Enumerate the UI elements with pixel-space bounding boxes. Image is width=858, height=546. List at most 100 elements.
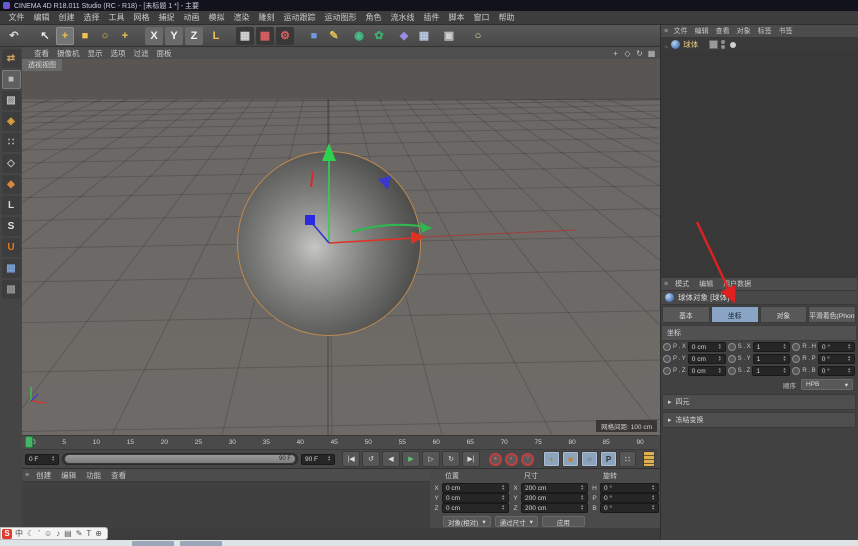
viewport-menu-item[interactable]: 查看 (30, 48, 53, 59)
rotation-field[interactable]: 0 °▲▼ (600, 483, 659, 493)
timeline-playhead[interactable] (25, 436, 33, 448)
record-keyframe-button[interactable]: ● (489, 453, 502, 466)
play-forwards-button[interactable]: ▶ (402, 451, 420, 467)
rotation-field[interactable]: 0 °▲▼ (600, 503, 659, 513)
collapsed-section[interactable]: ▸ 冻结变换 (662, 412, 856, 428)
menu-item[interactable]: 窗口 (469, 12, 494, 23)
key-circle-icon[interactable] (663, 355, 671, 363)
snap-settings-button[interactable]: S (2, 217, 21, 236)
workplane-snap-button[interactable]: ▦ (2, 259, 21, 278)
move-gizmo[interactable] (22, 59, 660, 435)
menu-item[interactable]: 创建 (54, 12, 79, 23)
key-circle-icon[interactable] (792, 355, 800, 363)
position-field[interactable]: 0 cm▲▼ (442, 503, 509, 513)
scale-value-field[interactable]: 1▲▼ (753, 354, 791, 364)
menu-item[interactable]: 脚本 (444, 12, 469, 23)
order-dropdown[interactable]: HPB▾ (801, 379, 853, 390)
coord-mode-dropdown[interactable]: 对象(相对)▾ (443, 516, 491, 527)
viewport-menu-item[interactable]: 显示 (84, 48, 107, 59)
rotation-value-field[interactable]: 0 °▲▼ (818, 342, 855, 352)
key-circle-icon[interactable] (728, 343, 736, 351)
ime-handwriting-icon[interactable]: ✎ (76, 530, 83, 538)
panel-menu-icon[interactable]: ≡ (25, 472, 29, 479)
magnet-snap-button[interactable]: U (2, 238, 21, 257)
rotate-view-icon[interactable]: ↻ (635, 49, 644, 58)
object-manager-menu-item[interactable]: 查看 (712, 26, 733, 36)
timeline-range-bar[interactable]: 90 F (65, 455, 295, 463)
attribute-tab[interactable]: 坐标 (711, 306, 759, 323)
attribute-tab[interactable]: 平滑着色(Phong) (808, 306, 856, 323)
material-menu-item[interactable]: 功能 (81, 470, 106, 481)
scale-tool[interactable]: ■ (76, 27, 94, 45)
attribute-menu-item[interactable]: 用户数据 (718, 279, 756, 289)
generators-button[interactable]: ✿ (370, 27, 388, 45)
timeline-ruler[interactable]: 051015202530354045505560657075808590 (22, 435, 658, 449)
light-button[interactable]: ○ (469, 27, 487, 45)
timeline-range-slider[interactable]: 90 F (62, 453, 298, 465)
coordinate-system-toggle[interactable]: L (207, 27, 225, 45)
ime-voice-icon[interactable]: ♪ (56, 530, 60, 538)
polygons-mode-button[interactable]: ◆ (2, 175, 21, 194)
menu-item[interactable]: 编辑 (29, 12, 54, 23)
render-region-button[interactable]: ▦ (256, 27, 274, 45)
phong-tag-icon[interactable] (730, 42, 736, 48)
rotation-value-field[interactable]: 0 °▲▼ (818, 366, 855, 376)
object-row-sphere[interactable]: ⌞ 球体 (661, 38, 858, 51)
edges-mode-button[interactable]: ◇ (2, 154, 21, 173)
record-pla-toggle[interactable]: ∷ (619, 451, 636, 467)
record-parameter-toggle[interactable]: P (600, 451, 617, 467)
stepper-icon[interactable]: ▲▼ (51, 456, 55, 463)
stepper-icon[interactable]: ▲▼ (327, 456, 331, 463)
material-menu-item[interactable]: 查看 (106, 470, 131, 481)
menu-item[interactable]: 工具 (104, 12, 129, 23)
keyframe-selection-button[interactable]: ? (521, 453, 534, 466)
axis-mode-button[interactable]: L (2, 196, 21, 215)
end-frame-field[interactable]: 90 F ▲▼ (301, 454, 335, 465)
menu-item[interactable]: 捕捉 (154, 12, 179, 23)
key-circle-icon[interactable] (663, 343, 671, 351)
move-tool[interactable]: + (56, 27, 74, 45)
size-field[interactable]: 200 cm▲▼ (521, 503, 588, 513)
model-mode-button[interactable]: ■ (2, 70, 21, 89)
object-manager-menu-item[interactable]: 标签 (754, 26, 775, 36)
live-selection-tool[interactable]: ↖ (36, 27, 54, 45)
apply-button[interactable]: 应用 (542, 516, 585, 527)
material-menu-item[interactable]: 创建 (31, 470, 56, 481)
menu-item[interactable]: 运动跟踪 (279, 12, 320, 23)
viewport-menu-item[interactable]: 摄像机 (53, 48, 84, 59)
viewport-menu-item[interactable]: 过滤 (130, 48, 153, 59)
position-field[interactable]: 0 cm▲▼ (442, 483, 509, 493)
object-manager-menu-item[interactable]: 文件 (670, 26, 691, 36)
viewport-menu-item[interactable]: 选项 (107, 48, 130, 59)
menu-item[interactable]: 插件 (419, 12, 444, 23)
attribute-tab[interactable]: 对象 (760, 306, 808, 323)
size-field[interactable]: 200 cm▲▼ (521, 493, 588, 503)
position-value-field[interactable]: 0 cm▲▼ (688, 366, 726, 376)
size-field[interactable]: 200 cm▲▼ (521, 483, 588, 493)
sogou-logo-icon[interactable]: S (2, 529, 12, 539)
menu-item[interactable]: 运动图形 (320, 12, 361, 23)
locked-workplane-button[interactable]: ▩ (2, 280, 21, 299)
menu-item[interactable]: 文件 (4, 12, 29, 23)
menu-item[interactable]: 角色 (361, 12, 386, 23)
collapsed-section[interactable]: ▸ 四元 (662, 394, 856, 410)
editor-state-icon[interactable] (709, 40, 718, 49)
viewport-tab[interactable]: 透视视图 (22, 59, 63, 71)
key-circle-icon[interactable] (728, 355, 736, 363)
loop-button[interactable]: ↻ (442, 451, 460, 467)
render-view-button[interactable]: ▦ (236, 27, 254, 45)
object-manager-menu-item[interactable]: 书签 (775, 26, 796, 36)
render-settings-button[interactable]: ⚙ (276, 27, 294, 45)
attribute-tab[interactable]: 基本 (662, 306, 710, 323)
zoom-view-icon[interactable]: ◇ (623, 49, 632, 58)
scale-value-field[interactable]: 1▲▼ (753, 342, 791, 352)
keyframe-film-icon[interactable] (643, 451, 655, 467)
ime-chinese-mode-icon[interactable]: 中 (15, 530, 23, 538)
position-field[interactable]: 0 cm▲▼ (442, 493, 509, 503)
primitive-cube-button[interactable]: ■ (305, 27, 323, 45)
ime-emoji-icon[interactable]: ☺ (44, 530, 52, 538)
last-used-tool[interactable]: + (116, 27, 134, 45)
size-mode-dropdown[interactable]: 通过尺寸▾ (495, 516, 538, 527)
environment-button[interactable]: ◆ (395, 27, 413, 45)
key-circle-icon[interactable] (663, 367, 671, 375)
